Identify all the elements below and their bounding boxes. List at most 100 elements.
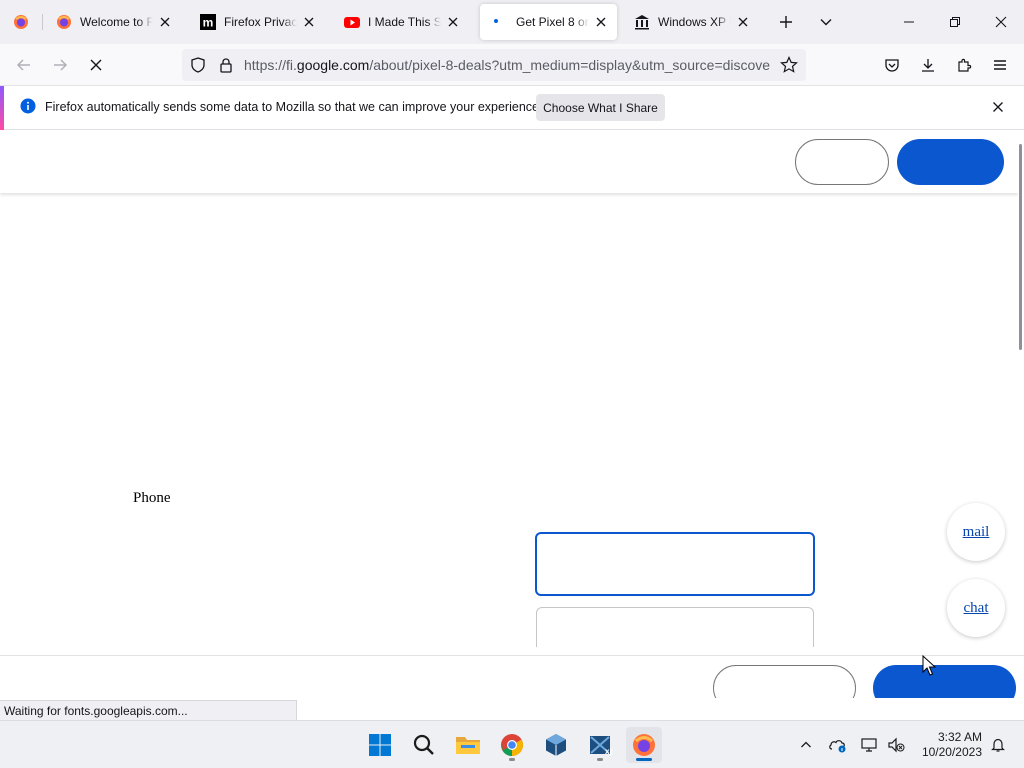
minimize-icon <box>904 21 914 23</box>
choose-what-i-share-button[interactable]: Choose What I Share <box>536 94 665 121</box>
onedrive-tray[interactable] <box>826 733 850 757</box>
app-menu-button[interactable] <box>984 49 1016 81</box>
speaker-muted-icon <box>888 737 905 753</box>
taskbar-file-explorer[interactable] <box>450 727 486 763</box>
taskbar-chrome[interactable] <box>494 727 530 763</box>
stop-x-icon <box>90 59 102 71</box>
tab-strip: Welcome to Firefox m Firefox Privacy Not… <box>0 0 1024 44</box>
bell-icon <box>991 738 1005 752</box>
notification-message: Firefox automatically sends some data to… <box>45 100 543 114</box>
windows-taskbar: xp 3:32 AM 10/20/2023 <box>0 720 1024 768</box>
tab-welcome[interactable]: Welcome to Firefox <box>44 4 181 40</box>
header-outline-button[interactable] <box>795 139 889 185</box>
back-button[interactable] <box>8 49 40 81</box>
new-tab-button[interactable] <box>770 6 802 38</box>
firefox-view-button[interactable] <box>0 0 42 44</box>
tab-title: I Made This Scam <box>368 15 441 29</box>
monitor-icon <box>861 738 877 752</box>
system-clock[interactable]: 3:32 AM 10/20/2023 <box>916 730 982 760</box>
close-icon[interactable] <box>157 14 173 30</box>
tracking-shield-icon[interactable] <box>190 57 206 76</box>
bottom-outline-button[interactable] <box>713 665 856 698</box>
arrow-left-icon <box>16 59 30 71</box>
tab-title: Firefox Privacy Notice <box>224 15 297 29</box>
window-close-button[interactable] <box>978 0 1024 44</box>
start-button[interactable] <box>362 727 398 763</box>
tab-title: Windows XP Pro <box>658 15 731 29</box>
firefox-icon <box>633 734 655 756</box>
close-icon <box>995 16 1007 28</box>
close-icon[interactable] <box>735 14 751 30</box>
pocket-button[interactable] <box>876 49 908 81</box>
taskbar-virtualbox[interactable] <box>538 727 574 763</box>
tab-windows-xp[interactable]: Windows XP Pro <box>622 4 759 40</box>
xp-vm-icon: xp <box>590 736 613 756</box>
chevron-up-icon <box>801 741 811 748</box>
tab-title: Get Pixel 8 on us <box>516 15 589 29</box>
url-path: /about/pixel-8-deals?utm_medium=display&… <box>369 57 771 73</box>
close-icon[interactable] <box>301 14 317 30</box>
running-indicator <box>597 758 603 761</box>
download-icon <box>922 59 934 72</box>
chat-button[interactable]: chat <box>947 579 1005 637</box>
minimize-button[interactable] <box>886 0 932 44</box>
url-domain: google.com <box>296 57 370 73</box>
clock-time: 3:32 AM <box>937 730 982 744</box>
firefox-icon <box>56 14 72 30</box>
forward-button[interactable] <box>44 49 76 81</box>
arrow-right-icon <box>54 59 68 71</box>
sticky-bottom-bar <box>0 655 1024 698</box>
restore-button[interactable] <box>932 0 978 44</box>
firefox-icon <box>14 15 28 29</box>
address-bar[interactable]: https://fi.google.com/about/pixel-8-deal… <box>182 49 806 81</box>
extensions-button[interactable] <box>948 49 980 81</box>
tab-pixel-deals[interactable]: Get Pixel 8 on us <box>480 4 617 40</box>
close-icon[interactable] <box>992 101 1004 116</box>
volume-tray[interactable] <box>884 733 908 757</box>
chevron-down-icon <box>820 19 832 26</box>
youtube-icon <box>344 14 360 30</box>
list-all-tabs-button[interactable] <box>810 6 842 38</box>
pocket-icon <box>885 59 899 72</box>
focused-input-field[interactable] <box>535 532 815 596</box>
clock-date: 10/20/2023 <box>921 745 982 759</box>
search-button[interactable] <box>406 727 442 763</box>
url-scheme: https://fi. <box>244 57 297 73</box>
restore-icon <box>950 17 960 27</box>
loading-dot-icon <box>492 14 508 30</box>
scrollbar-thumb[interactable] <box>1019 144 1022 350</box>
hamburger-menu-icon <box>994 60 1006 70</box>
display-tray[interactable] <box>858 733 882 757</box>
show-hidden-icons-button[interactable] <box>794 733 818 757</box>
mouse-pointer-icon <box>922 655 936 676</box>
close-icon[interactable] <box>445 14 461 30</box>
url-text[interactable]: https://fi.google.com/about/pixel-8-deal… <box>244 57 774 73</box>
mail-button[interactable]: mail <box>947 503 1005 561</box>
navigation-toolbar: https://fi.google.com/about/pixel-8-deal… <box>0 44 1024 86</box>
taskbar-firefox[interactable] <box>626 727 662 763</box>
chrome-icon <box>501 734 523 756</box>
svg-text:xp: xp <box>605 747 613 756</box>
virtualbox-icon <box>546 734 566 756</box>
close-icon[interactable] <box>593 14 609 30</box>
header-primary-button[interactable] <box>897 139 1004 185</box>
tab-youtube[interactable]: I Made This Scam <box>332 4 469 40</box>
site-header <box>0 130 1018 193</box>
data-collection-notification: Firefox automatically sends some data to… <box>0 86 1024 130</box>
cloud-info-icon <box>829 740 846 753</box>
downloads-button[interactable] <box>912 49 944 81</box>
taskbar-windows-xp-vm[interactable]: xp <box>582 727 618 763</box>
puzzle-icon <box>958 58 972 72</box>
mozilla-m-icon: m <box>200 14 216 30</box>
plus-icon <box>780 16 792 28</box>
bottom-primary-button[interactable] <box>873 665 1016 698</box>
bookmark-star-icon[interactable] <box>780 56 798 77</box>
page-content: Phone mail chat <box>0 130 1024 698</box>
lock-icon[interactable] <box>218 57 234 76</box>
input-field[interactable] <box>536 607 814 647</box>
stop-loading-button[interactable] <box>80 49 112 81</box>
notifications-button[interactable] <box>986 733 1010 757</box>
notification-accent-stripe <box>0 86 4 130</box>
tab-privacy-notice[interactable]: m Firefox Privacy Notice <box>188 4 325 40</box>
svg-text:m: m <box>203 16 214 30</box>
